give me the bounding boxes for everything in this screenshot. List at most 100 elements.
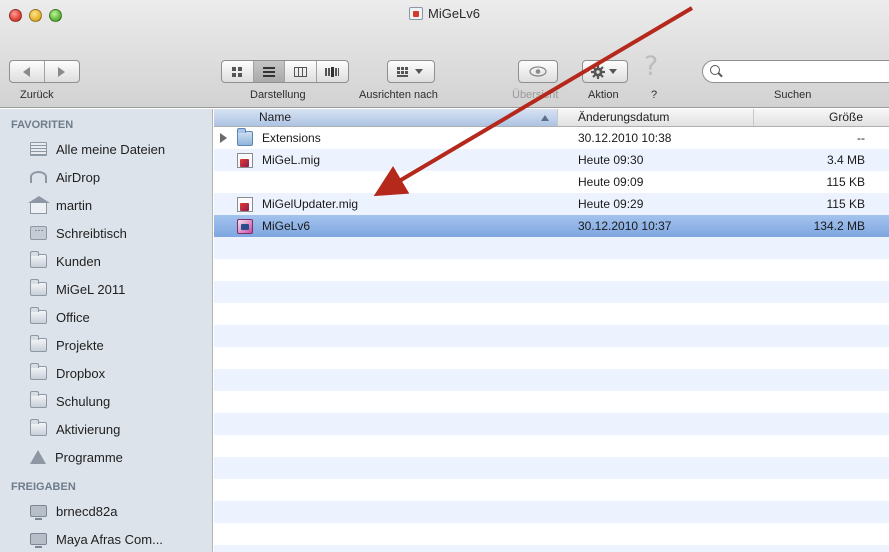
sidebar-item-aktivierung[interactable]: Aktivierung xyxy=(0,415,212,443)
eye-icon xyxy=(529,66,547,77)
app-icon xyxy=(237,218,253,234)
arrange-button[interactable] xyxy=(387,60,435,83)
empty-row xyxy=(214,501,889,523)
column-header-name[interactable]: Name xyxy=(214,109,558,126)
folder-icon xyxy=(30,391,47,408)
folder-icon xyxy=(30,335,47,352)
disclosure-triangle-icon[interactable] xyxy=(220,133,227,143)
table-row[interactable]: Extensions 30.12.2010 10:38 -- xyxy=(214,127,889,149)
sort-ascending-icon xyxy=(541,115,549,121)
file-name: Extensions xyxy=(262,131,321,145)
folder-icon xyxy=(30,419,47,436)
file-name: MiGelUpdater.mig xyxy=(262,197,359,211)
sidebar-item-kunden[interactable]: Kunden xyxy=(0,247,212,275)
quicklook-button[interactable] xyxy=(518,60,558,83)
file-size: -- xyxy=(857,131,865,145)
table-row-selected[interactable]: MiGeLv6 30.12.2010 10:37 134.2 MB xyxy=(214,215,889,237)
sidebar-item-label: AirDrop xyxy=(56,169,101,185)
search-label: Suchen xyxy=(774,89,812,101)
empty-row xyxy=(214,523,889,545)
desktop-icon xyxy=(30,223,47,240)
computer-icon xyxy=(30,505,47,520)
search-icon xyxy=(710,65,720,75)
file-date: 30.12.2010 10:37 xyxy=(578,219,672,233)
sidebar-item-airdrop[interactable]: AirDrop xyxy=(0,163,212,191)
sidebar-item-all-files[interactable]: Alle meine Dateien xyxy=(0,135,212,163)
home-icon xyxy=(28,195,50,214)
file-name: MiGeL.mig xyxy=(262,153,321,167)
file-date: Heute 09:29 xyxy=(578,197,644,211)
chevron-right-icon xyxy=(58,66,66,77)
file-size: 3.4 MB xyxy=(826,153,865,167)
folder-icon xyxy=(237,127,253,146)
file-date: 30.12.2010 10:38 xyxy=(578,131,672,145)
empty-row xyxy=(214,413,889,435)
list-view-button[interactable] xyxy=(253,61,285,82)
column-header-size[interactable]: Größe xyxy=(754,109,889,126)
sidebar-item-label: Programme xyxy=(55,449,123,465)
quicklook-label: Übersicht xyxy=(512,89,559,101)
sidebar-item-label: Dropbox xyxy=(56,365,106,381)
file-list: Name Änderungsdatum Größe Extensions 30.… xyxy=(214,109,889,552)
column-header-date[interactable]: Änderungsdatum xyxy=(558,109,754,126)
help-button[interactable]: ? xyxy=(641,52,661,82)
file-date: Heute 09:09 xyxy=(578,175,644,189)
file-name: MiGeLv6 xyxy=(262,219,311,233)
back-button[interactable] xyxy=(10,61,45,82)
empty-row xyxy=(214,259,889,281)
search-input[interactable] xyxy=(723,61,889,82)
column-view-button[interactable] xyxy=(285,61,317,82)
sidebar-item-schulung[interactable]: Schulung xyxy=(0,387,212,415)
file-date: Heute 09:30 xyxy=(578,153,644,167)
columns-icon xyxy=(293,66,307,77)
all-files-icon xyxy=(30,142,47,156)
chevron-down-icon xyxy=(609,68,617,74)
back-forward-control xyxy=(9,60,80,83)
table-row[interactable]: MiGeL.mig Heute 09:30 3.4 MB xyxy=(214,149,889,171)
empty-row xyxy=(214,281,889,303)
sidebar-item-desktop[interactable]: Schreibtisch xyxy=(0,219,212,247)
action-label: Aktion xyxy=(588,89,619,101)
coverflow-icon xyxy=(325,66,340,77)
sidebar: FAVORITEN Alle meine Dateien AirDrop mar… xyxy=(0,109,213,552)
arrange-label: Ausrichten nach xyxy=(359,89,438,101)
gear-icon xyxy=(591,64,605,79)
sidebar-item-label: Projekte xyxy=(56,337,104,353)
forward-button[interactable] xyxy=(45,61,80,82)
sidebar-item-label: brnecd82a xyxy=(56,503,118,519)
arrange-grid-icon xyxy=(397,66,408,77)
back-label: Zurück xyxy=(20,89,54,101)
empty-row xyxy=(214,237,889,259)
sidebar-item-programme[interactable]: Programme xyxy=(0,443,212,471)
sidebar-item-home[interactable]: martin xyxy=(0,191,212,219)
sidebar-item-dropbox[interactable]: Dropbox xyxy=(0,359,212,387)
column-header-row: Name Änderungsdatum Größe xyxy=(214,109,889,127)
table-row[interactable]: Heute 09:09 115 KB xyxy=(214,171,889,193)
table-row[interactable]: MiGelUpdater.mig Heute 09:29 115 KB xyxy=(214,193,889,215)
sidebar-item-migel-2011[interactable]: MiGeL 2011 xyxy=(0,275,212,303)
sidebar-item-label: Maya Afras Com... xyxy=(56,531,163,547)
window-title: MiGeLv6 xyxy=(0,6,889,21)
sidebar-item-label: MiGeL 2011 xyxy=(56,281,126,297)
icon-view-button[interactable] xyxy=(222,61,254,82)
help-label: ? xyxy=(651,89,658,101)
empty-row xyxy=(214,457,889,479)
coverflow-view-button[interactable] xyxy=(317,61,348,82)
sidebar-item-maya-afras[interactable]: Maya Afras Com... xyxy=(0,525,212,552)
action-button[interactable] xyxy=(582,60,628,83)
sidebar-section-favorites: FAVORITEN xyxy=(11,119,74,131)
search-field[interactable] xyxy=(702,60,889,83)
empty-row xyxy=(214,479,889,501)
sidebar-item-brnecd82a[interactable]: brnecd82a xyxy=(0,497,212,525)
sidebar-item-projekte[interactable]: Projekte xyxy=(0,331,212,359)
sidebar-item-label: Aktivierung xyxy=(56,421,121,437)
sidebar-item-label: Office xyxy=(56,309,90,325)
sidebar-item-office[interactable]: Office xyxy=(0,303,212,331)
list-icon xyxy=(262,66,275,77)
file-rows: Extensions 30.12.2010 10:38 -- MiGeL.mig… xyxy=(214,127,889,552)
file-size: 134.2 MB xyxy=(813,219,865,233)
file-size: 115 KB xyxy=(826,197,865,211)
empty-row xyxy=(214,303,889,325)
mig-file-icon xyxy=(237,196,253,212)
chevron-left-icon xyxy=(23,66,31,77)
